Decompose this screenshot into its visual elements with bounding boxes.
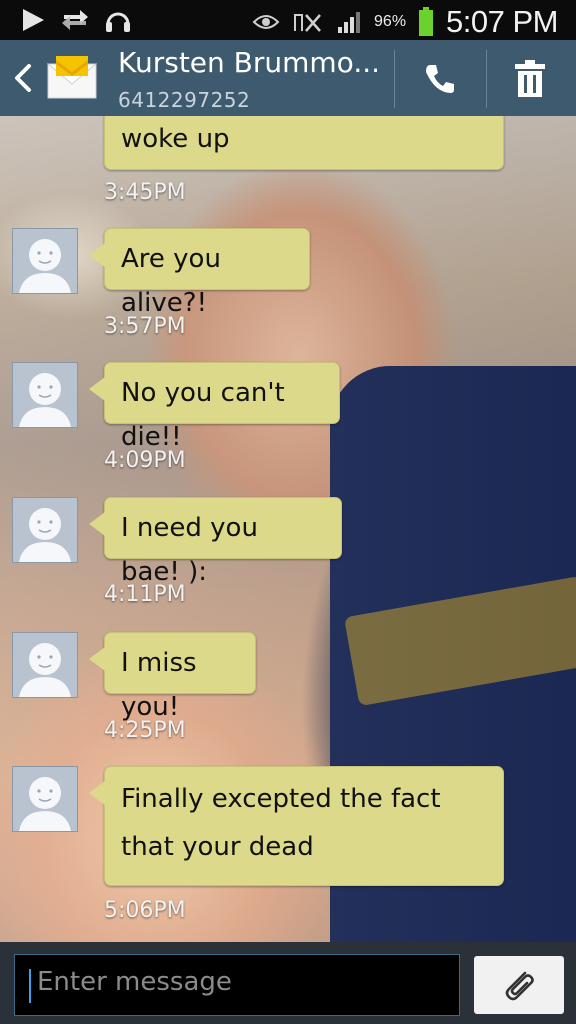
avatar[interactable] xyxy=(12,497,78,563)
message-text: Finally excepted the fact xyxy=(121,784,441,814)
default-contact-icon xyxy=(19,373,71,427)
play-icon xyxy=(23,9,44,31)
text-cursor xyxy=(29,969,31,1003)
message-timestamp: 4:09PM xyxy=(104,448,186,473)
message-timestamp: 4:25PM xyxy=(104,718,186,743)
back-icon xyxy=(15,64,31,92)
message-timestamp: 3:45PM xyxy=(104,180,186,205)
sync-icon xyxy=(62,10,88,30)
avatar[interactable] xyxy=(12,228,78,294)
message-bubble[interactable]: No you can't die!! xyxy=(89,362,340,452)
conversation-header: Kursten Brummo... 6412297252 xyxy=(0,40,576,116)
header-divider xyxy=(394,50,395,108)
contact-name: Kursten Brummo... xyxy=(118,46,381,79)
message-text: that your dead xyxy=(121,832,314,862)
message-bubble[interactable]: woke up xyxy=(104,116,504,170)
conversation-thread[interactable]: woke up 3:45PM Are you alive?! 3:57PM No… xyxy=(0,116,576,942)
message-bubble[interactable]: Are you alive?! xyxy=(89,228,310,318)
message-timestamp: 5:06PM xyxy=(104,898,186,923)
clock: 5:07 PM xyxy=(446,4,558,39)
avatar[interactable] xyxy=(12,362,78,428)
call-button[interactable] xyxy=(400,48,480,110)
avatar[interactable] xyxy=(12,766,78,832)
status-left-icons xyxy=(20,6,132,34)
message-input[interactable]: Enter message xyxy=(14,954,460,1016)
back-button[interactable] xyxy=(6,58,40,98)
signal-icon xyxy=(338,12,361,33)
message-text: woke up xyxy=(121,124,230,154)
battery-icon xyxy=(419,7,434,36)
contact-number: 6412297252 xyxy=(118,88,251,112)
eye-icon xyxy=(252,15,280,29)
status-bar: 96% 5:07 PM xyxy=(0,0,576,40)
avatar[interactable] xyxy=(12,632,78,698)
default-contact-icon xyxy=(19,643,71,697)
bubble-tail xyxy=(89,243,105,267)
bubble-tail xyxy=(89,377,105,401)
attach-button[interactable] xyxy=(474,956,564,1014)
header-divider xyxy=(486,50,487,108)
message-timestamp: 3:57PM xyxy=(104,314,186,339)
bubble-tail xyxy=(89,512,105,536)
paperclip-icon xyxy=(505,971,534,1001)
status-right-icons: 96% 5:07 PM xyxy=(252,4,558,40)
message-input-placeholder: Enter message xyxy=(37,967,232,997)
message-envelope-icon xyxy=(46,54,98,100)
default-contact-icon xyxy=(19,508,71,562)
headset-icon xyxy=(106,12,130,32)
no-signal-icon xyxy=(294,14,321,32)
trash-icon xyxy=(515,60,545,97)
default-contact-icon xyxy=(19,239,71,293)
message-bubble[interactable]: Finally excepted the fact that your dead xyxy=(89,766,504,886)
phone-icon xyxy=(426,65,454,93)
message-timestamp: 4:11PM xyxy=(104,582,186,607)
default-contact-icon xyxy=(19,777,71,831)
message-bubble[interactable]: I miss you! xyxy=(89,632,256,722)
compose-bar: Enter message xyxy=(0,942,576,1024)
battery-percent: 96% xyxy=(374,13,407,30)
message-text: Are you alive?! xyxy=(121,244,221,318)
delete-button[interactable] xyxy=(490,48,570,110)
bubble-tail xyxy=(89,781,105,805)
bubble-tail xyxy=(89,647,105,671)
message-bubble[interactable]: I need you bae! ): xyxy=(89,497,342,587)
